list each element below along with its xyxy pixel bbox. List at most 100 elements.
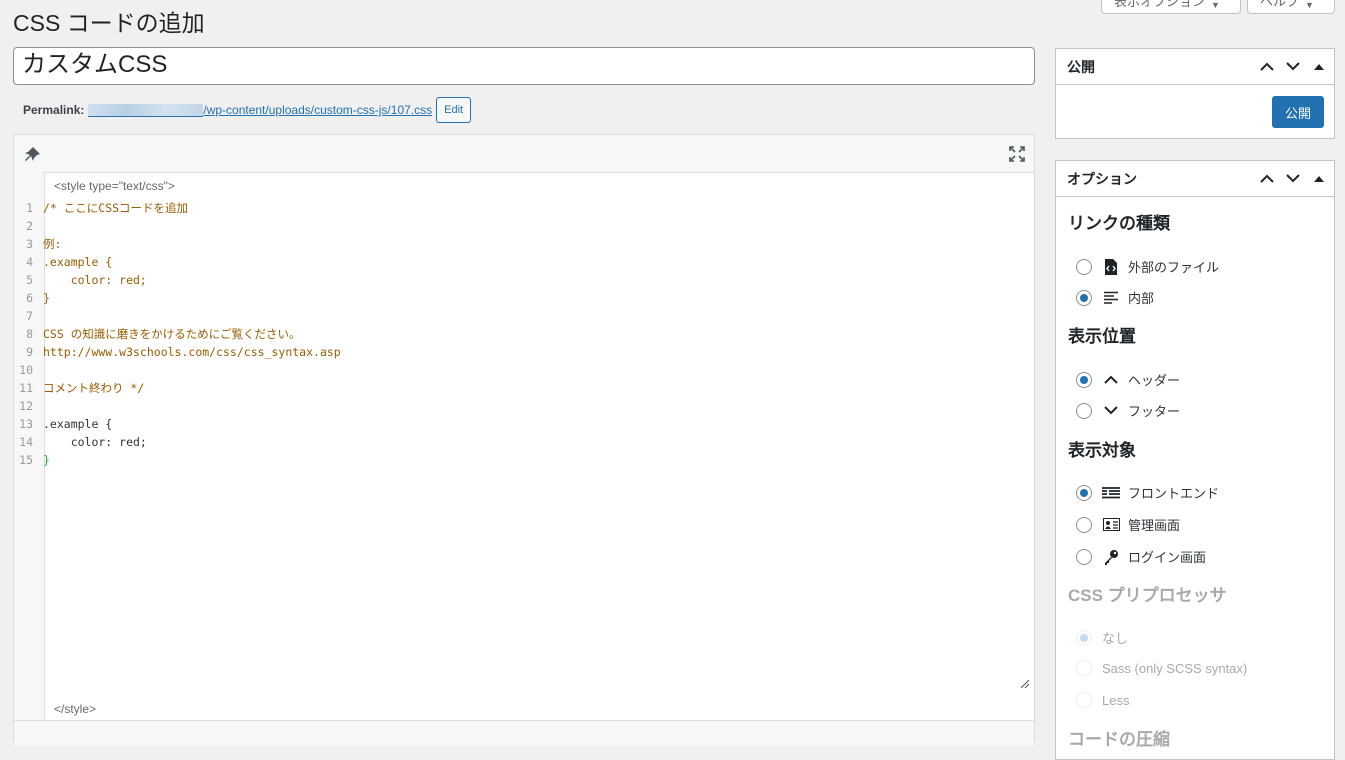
code-line: 13 .example {: [19, 417, 113, 431]
code-file-icon: [1102, 258, 1120, 275]
editor-toolbar: [14, 135, 1034, 173]
option-internal[interactable]: 内部: [1076, 288, 1154, 307]
style-close-tag: </style>: [54, 702, 97, 716]
admin-card-icon: [1102, 517, 1120, 533]
login-label: ログイン画面: [1128, 550, 1207, 565]
permalink-row: Permalink: /wp-content/uploads/custom-cs…: [23, 97, 472, 123]
publish-button[interactable]: 公開: [1272, 96, 1324, 128]
caret-up-icon[interactable]: [1310, 170, 1328, 188]
radio-footer[interactable]: [1076, 402, 1092, 419]
option-none[interactable]: なし: [1076, 628, 1128, 647]
code-text: }: [43, 291, 50, 305]
permalink-edit-button[interactable]: Edit: [436, 97, 472, 123]
code-line: 10: [14, 361, 1034, 379]
code-area[interactable]: 1/* ここにCSSコードを追加 2 3 例: 4 .example { 5 col…: [14, 199, 1034, 469]
radio-external-file[interactable]: [1076, 258, 1092, 275]
code-editor: <style type="text/css"> 1/* ここにCSSコードを追加…: [13, 134, 1035, 745]
publish-box: 公開 公開: [1055, 48, 1335, 139]
code-line: 11 コメント終わり */: [19, 381, 145, 395]
text-lines-icon: [1102, 290, 1120, 306]
code-text: color: red;: [43, 273, 147, 287]
radio-header[interactable]: [1076, 371, 1092, 388]
radio-less[interactable]: [1076, 692, 1092, 708]
chevron-up-icon[interactable]: [1258, 170, 1276, 188]
caret-down-icon: ▼: [1211, 0, 1220, 10]
permalink-domain-redacted[interactable]: [88, 103, 204, 117]
radio-sass[interactable]: [1076, 660, 1092, 676]
code-text: .example {: [43, 417, 113, 431]
help-tab[interactable]: ヘルプ ▼: [1247, 0, 1335, 14]
style-open-tag: <style type="text/css">: [54, 179, 175, 193]
none-label: なし: [1102, 631, 1129, 646]
pin-icon[interactable]: [24, 145, 42, 166]
internal-label: 内部: [1128, 291, 1155, 306]
code-line: 1/* ここにCSSコードを追加: [26, 201, 189, 215]
code-line: 12: [14, 397, 1034, 415]
code-text: color: red;: [43, 435, 147, 449]
options-box: オプション リンクの種類 外部のファイル 内部 表示位置 ヘッダー フッター 表…: [1055, 160, 1335, 760]
option-admin[interactable]: 管理画面: [1076, 515, 1180, 534]
code-text: /* ここにCSSコードを追加: [43, 201, 189, 215]
option-footer[interactable]: フッター: [1076, 401, 1180, 420]
screen-options-tab[interactable]: 表示オプション ▼: [1101, 0, 1241, 14]
chevron-down-icon[interactable]: [1284, 170, 1302, 188]
option-sass[interactable]: Sass (only SCSS syntax): [1076, 660, 1247, 676]
page-title: CSS コードの追加: [13, 10, 205, 36]
code-line: 7: [14, 307, 1034, 325]
fullscreen-icon[interactable]: [1009, 146, 1025, 165]
code-text: http://www.w3schools.com/css/css_syntax.…: [43, 345, 341, 359]
code-line: 3 例:: [26, 237, 62, 251]
chevron-up-icon: [1102, 372, 1120, 388]
caret-up-icon[interactable]: [1310, 58, 1328, 76]
key-icon: [1102, 549, 1120, 565]
code-text: 例:: [43, 237, 62, 251]
chevron-down-icon[interactable]: [1284, 58, 1302, 76]
code-line: 2: [14, 217, 1034, 235]
code-line: 9 http://www.w3schools.com/css/css_syntax…: [26, 345, 341, 359]
code-text: }: [43, 453, 50, 467]
frontend-label: フロントエンド: [1128, 486, 1220, 501]
position-heading: 表示位置: [1068, 327, 1136, 346]
title-input[interactable]: カスタムCSS: [13, 47, 1035, 85]
radio-internal[interactable]: [1076, 289, 1092, 306]
radio-login[interactable]: [1076, 548, 1092, 565]
caret-down-icon: ▼: [1305, 0, 1314, 10]
option-login[interactable]: ログイン画面: [1076, 547, 1206, 566]
code-line: 15}: [19, 453, 50, 467]
chevron-down-icon: [1102, 403, 1120, 419]
code-line: 8 CSS の知識に磨きをかけるためにご覧ください。: [26, 327, 301, 341]
chevron-up-icon[interactable]: [1258, 58, 1276, 76]
screen-options-label: 表示オプション: [1114, 0, 1206, 9]
radio-none[interactable]: [1076, 629, 1092, 646]
publish-box-header: 公開: [1056, 49, 1334, 85]
help-label: ヘルプ: [1260, 0, 1300, 9]
code-text: コメント終わり */: [43, 381, 145, 395]
option-header[interactable]: ヘッダー: [1076, 370, 1180, 389]
option-external-file[interactable]: 外部のファイル: [1076, 257, 1219, 276]
code-line: 6}: [26, 291, 50, 305]
option-frontend[interactable]: フロントエンド: [1076, 483, 1219, 502]
header-label: ヘッダー: [1128, 373, 1181, 388]
radio-admin[interactable]: [1076, 516, 1092, 533]
link-type-heading: リンクの種類: [1068, 214, 1170, 233]
footer-label: フッター: [1128, 404, 1181, 419]
minify-heading: コードの圧縮: [1068, 730, 1170, 749]
code-line: 14 color: red;: [19, 435, 147, 449]
preprocessor-heading: CSS プリプロセッサ: [1068, 586, 1227, 605]
options-box-header: オプション: [1056, 161, 1334, 197]
options-box-title: オプション: [1067, 170, 1137, 187]
resize-handle-icon[interactable]: [1021, 680, 1029, 688]
code-line: 5 color: red;: [26, 273, 147, 287]
code-text: CSS の知識に磨きをかけるためにご覧ください。: [43, 327, 301, 341]
admin-label: 管理画面: [1128, 518, 1181, 533]
radio-frontend[interactable]: [1076, 484, 1092, 501]
permalink-link[interactable]: /wp-content/uploads/custom-css-js/107.cs…: [203, 103, 432, 117]
option-less[interactable]: Less: [1076, 692, 1129, 708]
frontend-icon: [1102, 485, 1120, 501]
permalink-label: Permalink:: [23, 103, 85, 117]
external-file-label: 外部のファイル: [1128, 260, 1220, 275]
